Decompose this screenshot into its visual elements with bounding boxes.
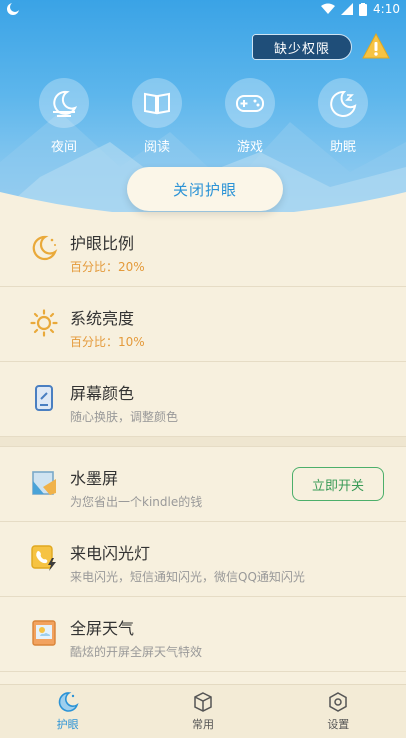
status-bar: 4:10 <box>0 0 406 20</box>
mode-night[interactable]: 夜间 <box>34 78 94 155</box>
tab-settings[interactable]: 设置 <box>271 685 406 738</box>
battery-icon <box>359 2 368 16</box>
weather-icon <box>32 620 56 646</box>
item-title: 护眼比例 <box>70 234 135 253</box>
item-subtitle: 百分比：10% <box>70 335 145 349</box>
settings-hexagon-icon <box>329 692 348 712</box>
item-title: 屏幕颜色 <box>70 384 135 403</box>
list-item-ink-screen[interactable]: 水墨屏 为您省出一个kindle的钱 立即开关 <box>0 447 406 522</box>
mode-label: 助眠 <box>329 140 356 155</box>
list-item-brightness[interactable]: 系统亮度 百分比：10% <box>0 287 406 362</box>
mode-reading[interactable]: 阅读 <box>127 78 187 155</box>
item-subtitle: 为您省出一个kindle的钱 <box>70 495 203 509</box>
tab-label: 护眼 <box>56 718 79 731</box>
section-divider <box>0 437 406 447</box>
bottom-navigation: 护眼 常用 设置 <box>0 684 406 738</box>
item-subtitle: 百分比：20% <box>70 260 145 274</box>
gamepad-icon <box>225 78 275 128</box>
mode-label: 夜间 <box>50 140 77 155</box>
missing-permission-button[interactable]: 缺少权限 <box>252 34 352 60</box>
item-subtitle: 来电闪光，短信通知闪光，微信QQ通知闪光 <box>70 570 305 584</box>
phone-color-icon <box>35 385 53 411</box>
item-title: 全屏天气 <box>70 619 135 638</box>
tab-label: 设置 <box>327 718 350 731</box>
item-title: 来电闪光灯 <box>70 544 151 563</box>
signal-icon <box>341 3 354 15</box>
mode-label: 阅读 <box>143 140 170 155</box>
tab-label: 常用 <box>191 718 214 731</box>
sleep-moon-icon <box>318 78 368 128</box>
book-icon <box>132 78 182 128</box>
wifi-icon <box>321 3 336 14</box>
list-item-eye-ratio[interactable]: 护眼比例 百分比：20% <box>0 212 406 287</box>
status-time: 4:10 <box>373 2 400 16</box>
item-title: 系统亮度 <box>70 309 135 328</box>
ink-screen-icon <box>32 471 56 495</box>
list-item-fullscreen-weather[interactable]: 全屏天气 酷炫的开屏全屏天气特效 <box>0 597 406 672</box>
night-mode-icon <box>39 78 89 128</box>
close-eye-care-button[interactable]: 关闭护眼 <box>127 167 283 211</box>
item-subtitle: 随心换肤，调整颜色 <box>70 410 179 424</box>
list-item-screen-color[interactable]: 屏幕颜色 随心换肤，调整颜色 <box>0 362 406 437</box>
tab-common[interactable]: 常用 <box>135 685 270 738</box>
mode-label: 游戏 <box>236 140 263 155</box>
sun-icon <box>30 309 58 337</box>
mode-game[interactable]: 游戏 <box>220 78 280 155</box>
toggle-now-button[interactable]: 立即开关 <box>292 467 384 501</box>
status-moon-icon <box>7 2 20 15</box>
settings-list: 护眼比例 百分比：20% 系统亮度 百分比：10% 屏幕颜色 随心换肤，调整颜色… <box>0 212 406 672</box>
eye-care-moon-icon <box>58 692 79 712</box>
mode-sleep[interactable]: 助眠 <box>313 78 373 155</box>
tab-eye-care[interactable]: 护眼 <box>0 685 135 738</box>
warning-icon[interactable] <box>362 33 390 59</box>
item-title: 水墨屏 <box>70 469 119 488</box>
moon-icon <box>32 235 58 261</box>
call-flash-icon <box>31 545 56 571</box>
cube-icon <box>194 692 212 712</box>
item-subtitle: 酷炫的开屏全屏天气特效 <box>70 645 203 659</box>
list-item-call-flash[interactable]: 来电闪光灯 来电闪光，短信通知闪光，微信QQ通知闪光 <box>0 522 406 597</box>
